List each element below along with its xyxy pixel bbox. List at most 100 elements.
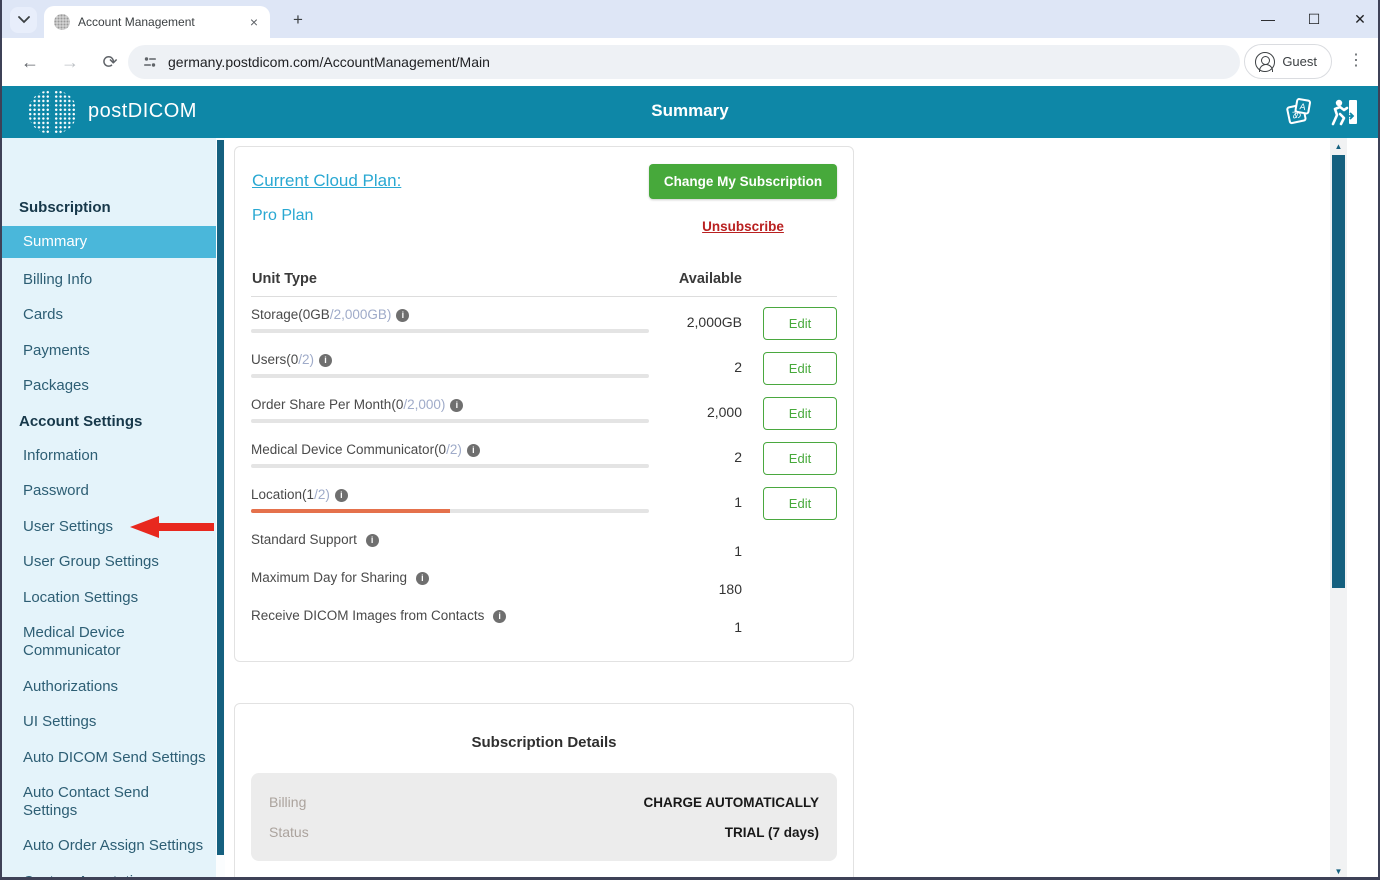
profile-label: Guest [1282,54,1317,69]
maximize-button[interactable]: ☐ [1306,11,1322,28]
available-value: 1 [734,543,742,559]
browser-tab[interactable]: Account Management × [44,6,270,38]
available-value: 2,000 [707,404,742,420]
edit-location-button[interactable]: Edit [763,487,837,520]
tab-search-button[interactable] [10,7,37,33]
url-bar[interactable]: germany.postdicom.com/AccountManagement/… [128,45,1240,79]
unit-type-header: Unit Type [252,271,317,287]
info-icon[interactable]: i [450,399,463,412]
info-icon[interactable]: i [366,534,379,547]
tab-title: Account Management [78,15,248,29]
site-favicon [54,14,70,30]
tab-strip: Account Management × + — ☐ ✕ [2,0,1378,38]
sidebar-item-auto-contact-send-settings[interactable]: Auto Contact Send Settings [2,777,216,826]
available-value: 180 [719,581,742,597]
browser-window: Account Management × + — ☐ ✕ ← → ⟳ germa… [0,0,1380,880]
billing-label: Billing [269,794,306,810]
sidebar-item-packages[interactable]: Packages [2,370,216,402]
unit-row-standard-support: Standard Support i 1 [251,530,837,568]
browser-menu-icon[interactable]: ⋮ [1348,50,1364,70]
sidebar-item-custom-annotations[interactable]: Custom Annotations [2,866,216,880]
status-value: TRIAL (7 days) [725,825,819,840]
main-panel: Current Cloud Plan: Pro Plan Change My S… [225,138,1356,880]
edit-users-button[interactable]: Edit [763,352,837,385]
main-scrollbar-thumb[interactable] [1332,155,1345,588]
language-icon[interactable]: あ A [1282,96,1314,128]
forward-icon[interactable]: → [58,52,82,73]
available-value: 1 [734,619,742,635]
available-value: 1 [734,494,742,510]
close-button[interactable]: ✕ [1352,11,1368,28]
page-title: Summary [2,101,1378,121]
users-progress-bar [251,374,649,378]
unit-row-storage: Storage(0GB/2,000GB)i 2,000GB Edit [251,305,837,350]
sidebar-item-ui-settings[interactable]: UI Settings [2,706,216,738]
sidebar-item-auto-dicom-send-settings[interactable]: Auto DICOM Send Settings [2,742,216,774]
sidebar-section-subscription: Subscription [2,192,216,223]
back-icon[interactable]: ← [18,52,42,73]
sidebar-item-user-settings[interactable]: User Settings [2,511,216,543]
sidebar-item-label: User Settings [23,518,113,535]
sidebar-item-summary[interactable]: Summary [2,226,216,258]
available-value: 2,000GB [687,314,742,330]
unit-row-medical-device-communicator: Medical Device Communicator(0/2)i 2 Edit [251,440,837,485]
info-icon[interactable]: i [319,354,332,367]
sidebar-item-auto-order-assign-settings[interactable]: Auto Order Assign Settings [2,830,216,862]
sidebar-item-user-group-settings[interactable]: User Group Settings [2,546,216,578]
unit-row-order-share: Order Share Per Month(0/2,000)i 2,000 Ed… [251,395,837,440]
current-plan-card: Current Cloud Plan: Pro Plan Change My S… [234,146,854,662]
sidebar-section-account-settings: Account Settings [2,406,216,437]
info-icon[interactable]: i [416,572,429,585]
edit-order-share-button[interactable]: Edit [763,397,837,430]
window-controls: — ☐ ✕ [1260,0,1368,38]
unit-row-max-day-sharing: Maximum Day for Sharing i 180 [251,568,837,606]
unit-rows: Storage(0GB/2,000GB)i 2,000GB Edit Users… [251,305,837,644]
status-label: Status [269,824,309,840]
change-subscription-button[interactable]: Change My Subscription [649,164,837,199]
subscription-details-title: Subscription Details [251,734,837,751]
sidebar-item-authorizations[interactable]: Authorizations [2,671,216,703]
new-tab-button[interactable]: + [286,8,310,32]
current-cloud-plan-link[interactable]: Current Cloud Plan: [252,171,401,191]
edit-mdc-button[interactable]: Edit [763,442,837,475]
sidebar-scrollbar-thumb[interactable] [217,140,224,855]
unsubscribe-link[interactable]: Unsubscribe [702,219,784,234]
info-icon[interactable]: i [396,309,409,322]
app-header: postDICOM Summary あ A [2,86,1378,138]
chevron-down-icon [18,16,30,24]
sidebar-item-information[interactable]: Information [2,440,216,472]
edit-storage-button[interactable]: Edit [763,307,837,340]
site-info-icon[interactable] [142,54,158,70]
scroll-down-icon[interactable]: ▼ [1330,867,1347,876]
billing-value: CHARGE AUTOMATICALLY [644,795,820,810]
logout-icon[interactable] [1328,96,1360,128]
unit-row-receive-dicom: Receive DICOM Images from Contacts i 1 [251,606,837,644]
scroll-up-icon[interactable]: ▲ [1330,142,1347,151]
available-value: 2 [734,449,742,465]
info-icon[interactable]: i [493,610,506,623]
sidebar: Subscription Summary Billing Info Cards … [2,138,216,880]
main-scrollbar[interactable]: ▲ ▼ [1330,138,1347,880]
minimize-button[interactable]: — [1260,11,1276,27]
available-header: Available [679,271,742,287]
order-share-progress-bar [251,419,649,423]
reload-icon[interactable]: ⟳ [98,52,122,73]
sidebar-scrollbar[interactable] [216,138,225,880]
sidebar-item-payments[interactable]: Payments [2,335,216,367]
mdc-progress-bar [251,464,649,468]
subscription-details-card: Subscription Details Billing CHARGE AUTO… [234,703,854,880]
available-value: 2 [734,359,742,375]
sidebar-item-medical-device-communicator[interactable]: Medical Device Communicator [2,617,216,666]
profile-button[interactable]: Guest [1244,44,1332,79]
sidebar-item-billing-info[interactable]: Billing Info [2,264,216,296]
tab-close-icon[interactable]: × [248,14,260,30]
sidebar-item-password[interactable]: Password [2,475,216,507]
url-text[interactable]: germany.postdicom.com/AccountManagement/… [168,54,490,70]
content-area: Subscription Summary Billing Info Cards … [2,138,1378,880]
info-icon[interactable]: i [467,444,480,457]
unit-table-header: Unit Type Available [251,271,837,297]
sidebar-item-location-settings[interactable]: Location Settings [2,582,216,614]
sidebar-item-cards[interactable]: Cards [2,299,216,331]
info-icon[interactable]: i [335,489,348,502]
avatar-icon [1255,52,1275,72]
